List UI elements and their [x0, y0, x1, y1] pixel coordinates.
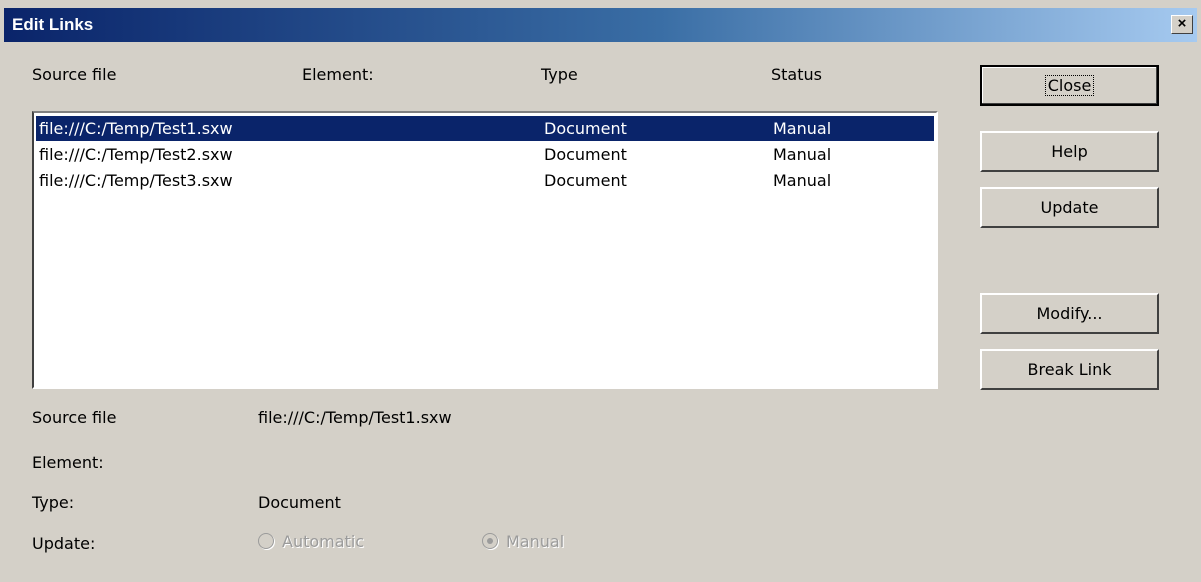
table-row[interactable]: file:///C:/Temp/Test1.sxw Document Manua… — [36, 116, 934, 141]
radio-checked-icon — [482, 533, 498, 549]
row-type: Document — [544, 119, 627, 138]
row-status: Manual — [773, 119, 832, 138]
automatic-radio[interactable]: Automatic — [258, 532, 364, 551]
update-label: Update: — [32, 534, 96, 553]
close-button[interactable]: Close — [980, 65, 1159, 106]
column-header-status[interactable]: Status — [771, 65, 822, 84]
source-file-label: Source file — [32, 408, 117, 427]
edit-links-dialog: Edit Links × Source file Element: Type S… — [0, 0, 1201, 582]
close-icon[interactable]: × — [1171, 15, 1193, 34]
column-header-element[interactable]: Element: — [302, 65, 374, 84]
row-type: Document — [544, 171, 627, 190]
update-button[interactable]: Update — [980, 187, 1159, 228]
automatic-radio-label: Automatic — [282, 532, 365, 551]
row-status: Manual — [773, 171, 832, 190]
row-status: Manual — [773, 145, 832, 164]
row-type: Document — [544, 145, 627, 164]
table-row[interactable]: file:///C:/Temp/Test2.sxw Document Manua… — [36, 142, 934, 167]
links-list[interactable]: file:///C:/Temp/Test1.sxw Document Manua… — [32, 111, 938, 389]
source-file-value: file:///C:/Temp/Test1.sxw — [258, 408, 452, 427]
help-button[interactable]: Help — [980, 131, 1159, 172]
break-link-button[interactable]: Break Link — [980, 349, 1159, 390]
column-header-source-file[interactable]: Source file — [32, 65, 116, 84]
modify-button[interactable]: Modify... — [980, 293, 1159, 334]
row-source-file: file:///C:/Temp/Test1.sxw — [39, 119, 233, 138]
type-label: Type: — [32, 493, 75, 512]
row-source-file: file:///C:/Temp/Test2.sxw — [39, 145, 233, 164]
type-value: Document — [258, 493, 341, 512]
row-source-file: file:///C:/Temp/Test3.sxw — [39, 171, 233, 190]
manual-radio[interactable]: Manual — [482, 532, 564, 551]
title-bar[interactable]: Edit Links × — [4, 8, 1197, 42]
column-header-type[interactable]: Type — [541, 65, 578, 84]
close-button-label: Close — [1044, 75, 1095, 96]
element-label: Element: — [32, 453, 104, 472]
radio-unchecked-icon — [258, 533, 274, 549]
dialog-title: Edit Links — [12, 15, 94, 34]
table-row[interactable]: file:///C:/Temp/Test3.sxw Document Manua… — [36, 168, 934, 193]
manual-radio-label: Manual — [506, 532, 565, 551]
